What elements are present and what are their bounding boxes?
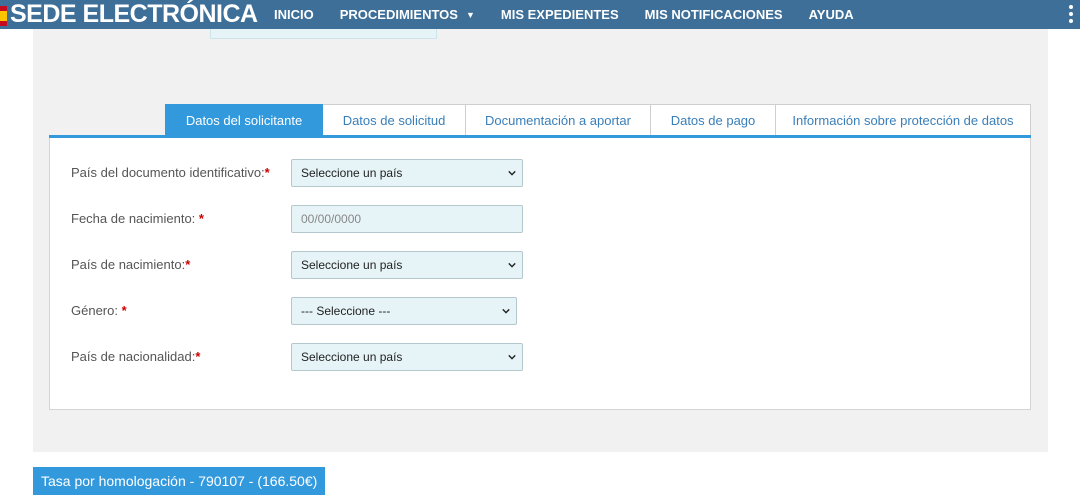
gender-select[interactable]: --- Seleccione --- — [291, 297, 517, 325]
gender-label: Género: * — [71, 303, 127, 318]
main-nav: INICIO PROCEDIMIENTOS ▼ MIS EXPEDIENTES M… — [274, 0, 880, 29]
required-mark: * — [185, 257, 191, 272]
more-menu-icon[interactable] — [1068, 5, 1074, 23]
row-birth-date: Fecha de nacimiento: * 00/00/0000 — [71, 205, 1011, 233]
required-mark: * — [195, 349, 201, 364]
required-mark: * — [121, 303, 127, 318]
doc-country-select[interactable]: Seleccione un país — [291, 159, 523, 187]
brand-logo[interactable]: SEDE ELECTRÓNICA — [10, 0, 258, 29]
applicant-form: País del documento identificativo:* Sele… — [49, 138, 1031, 410]
birth-country-select[interactable]: Seleccione un país — [291, 251, 523, 279]
birth-date-label: Fecha de nacimiento: * — [71, 211, 204, 226]
required-mark: * — [198, 211, 204, 226]
row-doc-country: País del documento identificativo:* Sele… — [71, 159, 1011, 187]
birth-country-label: País de nacimiento:* — [71, 257, 191, 272]
nav-procedimientos[interactable]: PROCEDIMIENTOS ▼ — [340, 7, 475, 22]
nationality-select[interactable]: Seleccione un país — [291, 343, 523, 371]
nav-ayuda[interactable]: AYUDA — [809, 7, 854, 22]
required-mark: * — [264, 165, 270, 180]
chevron-down-icon — [508, 262, 516, 268]
tab-proteccion-datos[interactable]: Información sobre protección de datos — [776, 104, 1031, 137]
form-tabs: Datos del solicitante Datos de solicitud… — [165, 104, 1031, 137]
chevron-down-icon — [508, 170, 516, 176]
tab-datos-solicitud[interactable]: Datos de solicitud — [323, 104, 466, 137]
top-navbar: SEDE ELECTRÓNICA INICIO PROCEDIMIENTOS ▼ … — [0, 0, 1080, 29]
nav-mis-expedientes[interactable]: MIS EXPEDIENTES — [501, 7, 619, 22]
row-gender: Género: * --- Seleccione --- — [71, 297, 1011, 325]
tab-datos-pago[interactable]: Datos de pago — [651, 104, 776, 137]
tab-datos-solicitante[interactable]: Datos del solicitante — [165, 104, 323, 137]
row-birth-country: País de nacimiento:* Seleccione un país — [71, 251, 1011, 279]
row-nationality: País de nacionalidad:* Seleccione un paí… — [71, 343, 1011, 371]
nav-inicio[interactable]: INICIO — [274, 7, 314, 22]
caret-down-icon: ▼ — [465, 9, 475, 20]
doc-country-label: País del documento identificativo:* — [71, 165, 270, 180]
scrolled-input-remnant — [210, 29, 437, 39]
birth-date-input[interactable]: 00/00/0000 — [291, 205, 523, 233]
chevron-down-icon — [502, 308, 510, 314]
tab-documentacion[interactable]: Documentación a aportar — [466, 104, 651, 137]
fee-badge: Tasa por homologación - 790107 - (166.50… — [33, 467, 326, 495]
nav-mis-notificaciones[interactable]: MIS NOTIFICACIONES — [645, 7, 783, 22]
spain-flag-icon — [0, 6, 7, 26]
nationality-label: País de nacionalidad:* — [71, 349, 201, 364]
chevron-down-icon — [508, 354, 516, 360]
